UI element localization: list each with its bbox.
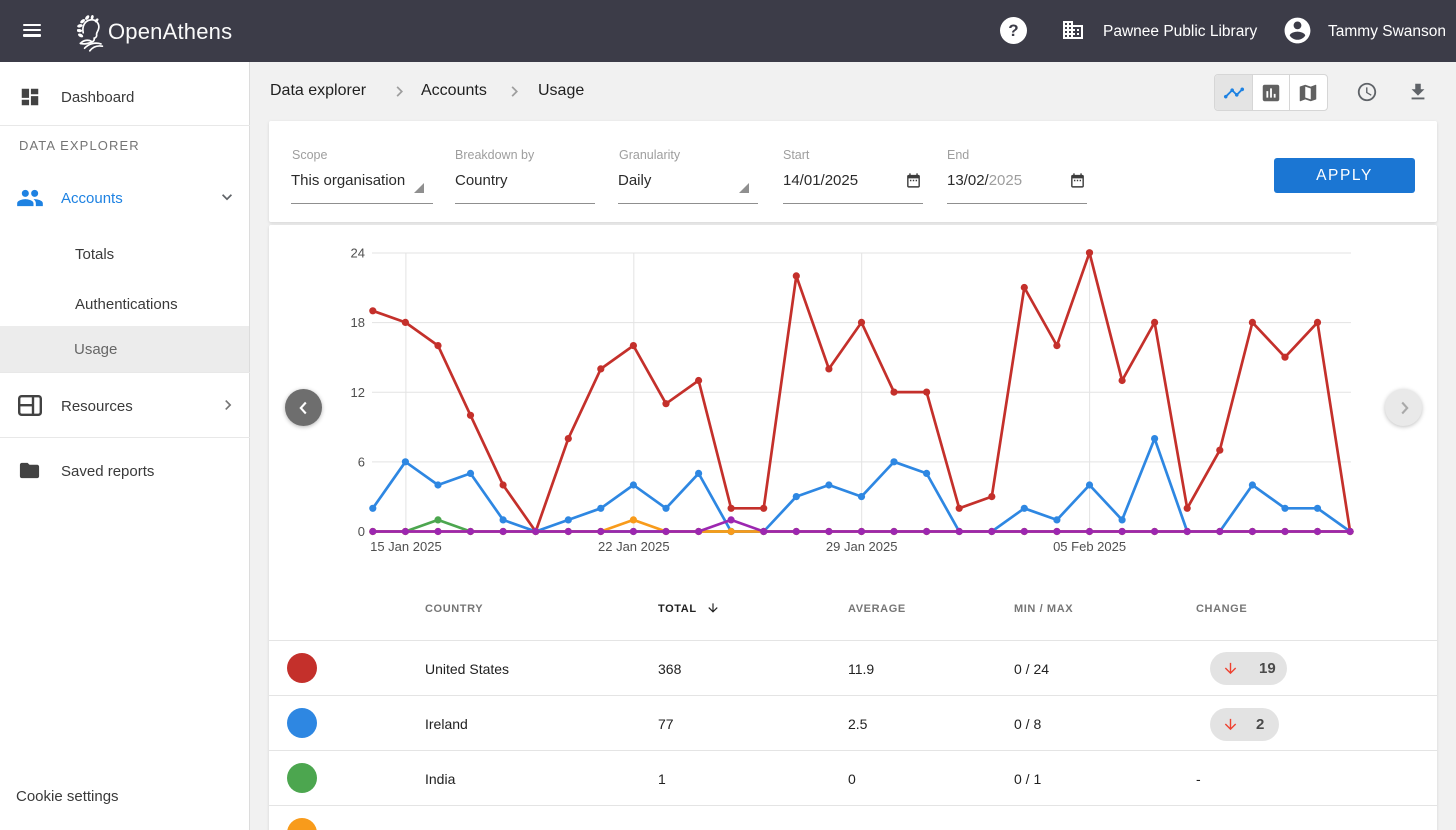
svg-text:22 Jan 2025: 22 Jan 2025	[598, 539, 670, 554]
svg-text:24: 24	[351, 246, 365, 261]
svg-text:12: 12	[351, 385, 365, 400]
svg-text:29 Jan 2025: 29 Jan 2025	[826, 539, 898, 554]
svg-text:15 Jan 2025: 15 Jan 2025	[370, 539, 442, 554]
svg-text:05 Feb 2025: 05 Feb 2025	[1053, 539, 1126, 554]
svg-text:18: 18	[351, 315, 365, 330]
svg-text:0: 0	[358, 524, 365, 539]
svg-text:6: 6	[358, 454, 365, 469]
